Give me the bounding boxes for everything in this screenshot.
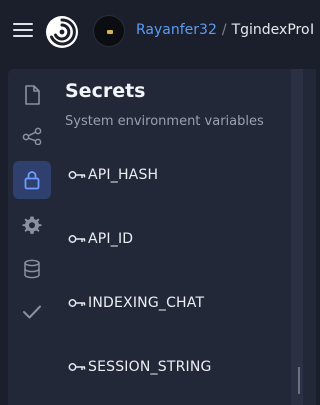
- breadcrumb-separator: /: [221, 22, 227, 38]
- panel-resize-handle[interactable]: [291, 69, 303, 405]
- tools-rail: [8, 69, 56, 405]
- rail-item-tests[interactable]: [16, 296, 48, 328]
- breadcrumb-owner-link[interactable]: Rayanfer32: [136, 22, 217, 38]
- share-icon: [22, 127, 42, 145]
- rail-item-settings[interactable]: [16, 209, 48, 241]
- editor-pane-edge: [303, 69, 316, 405]
- key-icon: [68, 235, 86, 243]
- rail-item-files[interactable]: [16, 79, 48, 111]
- rail-item-version-control[interactable]: [16, 120, 48, 152]
- secret-name: INDEXING_CHAT: [88, 295, 205, 311]
- top-bar: Rayanfer32/ TgindexPro I: [0, 0, 316, 62]
- breadcrumb: Rayanfer32/ TgindexPro: [136, 22, 310, 38]
- avatar[interactable]: [93, 15, 125, 47]
- secret-name: API_HASH: [88, 167, 159, 183]
- tools-panel: Secrets System environment variables API…: [8, 69, 303, 405]
- gear-icon: [22, 216, 42, 234]
- panel-title: Secrets: [65, 80, 146, 102]
- secret-item-api-hash[interactable]: API_HASH: [68, 165, 158, 185]
- panel-subtitle: System environment variables: [65, 114, 264, 129]
- app-logo-icon[interactable]: [45, 15, 79, 49]
- database-icon: [24, 259, 40, 279]
- check-icon: [23, 305, 41, 319]
- scrollbar[interactable]: [298, 367, 300, 394]
- rail-item-database[interactable]: [16, 253, 48, 285]
- key-icon: [68, 363, 86, 371]
- lock-icon: [24, 171, 40, 190]
- secret-name: SESSION_STRING: [88, 359, 212, 375]
- secret-item-api-id[interactable]: API_ID: [68, 229, 133, 249]
- file-icon: [25, 85, 40, 105]
- secret-item-session-string[interactable]: SESSION_STRING: [68, 357, 212, 377]
- secret-item-indexing-chat[interactable]: INDEXING_CHAT: [68, 293, 204, 313]
- secret-name: API_ID: [88, 231, 134, 247]
- breadcrumb-repo-link[interactable]: TgindexPro: [232, 22, 310, 38]
- key-icon: [68, 299, 86, 307]
- menu-icon[interactable]: [13, 22, 33, 38]
- breadcrumb-overflow: I: [310, 22, 315, 38]
- key-icon: [68, 171, 86, 179]
- rail-item-secrets[interactable]: [13, 161, 51, 199]
